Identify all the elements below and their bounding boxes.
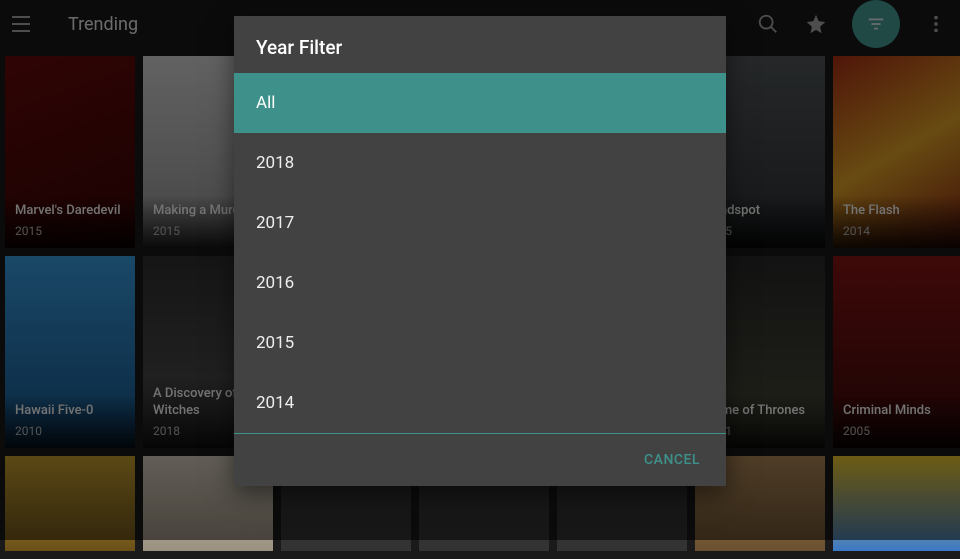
dialog-actions: CANCEL: [234, 433, 726, 486]
dialog-option-list: All20182017201620152014: [234, 73, 726, 433]
year-option[interactable]: 2015: [234, 313, 726, 373]
year-filter-dialog: Year Filter All20182017201620152014 CANC…: [234, 16, 726, 486]
dialog-title: Year Filter: [234, 16, 726, 73]
year-option[interactable]: 2014: [234, 373, 726, 433]
year-option[interactable]: All: [234, 73, 726, 133]
cancel-button[interactable]: CANCEL: [636, 448, 708, 472]
year-option[interactable]: 2018: [234, 133, 726, 193]
year-option[interactable]: 2017: [234, 193, 726, 253]
year-option[interactable]: 2016: [234, 253, 726, 313]
